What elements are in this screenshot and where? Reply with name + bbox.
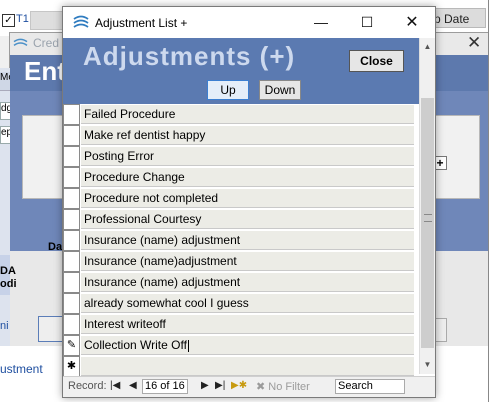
close-window-icon[interactable]: ✕	[389, 7, 435, 38]
record-position-input[interactable]: 16 of 16	[142, 379, 188, 394]
side-label-bottom: odi	[0, 278, 17, 290]
adjustment-name-text: Collection Write Off	[84, 338, 187, 352]
vertical-scrollbar[interactable]: ▲ ▼	[419, 38, 435, 374]
list-item[interactable]: Insurance (name)adjustment	[63, 251, 419, 272]
app-logo-icon	[73, 15, 89, 28]
record-selector[interactable]	[63, 293, 80, 314]
filter-toggle[interactable]: ✖ No Filter	[256, 380, 310, 393]
filter-label: No Filter	[268, 381, 310, 393]
list-item[interactable]: Procedure Change	[63, 167, 419, 188]
credit-header-text: Ent	[24, 56, 66, 86]
form-header: Adjustments (+) Close Up Down	[63, 38, 419, 104]
adjustment-name-cell[interactable]: Insurance (name)adjustment	[81, 252, 414, 271]
adjustment-name-cell[interactable]: Make ref dentist happy	[81, 126, 414, 145]
page-title: Adjustments (+)	[83, 41, 296, 71]
up-button[interactable]: Up	[207, 80, 249, 100]
t1-checkbox[interactable]: ✓	[2, 14, 15, 27]
adjustment-name-cell[interactable]: Failed Procedure	[81, 105, 414, 124]
record-selector[interactable]	[63, 209, 80, 230]
list-item[interactable]: Posting Error	[63, 146, 419, 167]
adjustment-name-cell[interactable]: Insurance (name) adjustment	[81, 273, 414, 292]
last-record-icon[interactable]: ▶|	[215, 380, 225, 391]
scroll-grip-icon	[424, 214, 432, 222]
adjustment-name-cell[interactable]: Collection Write Off	[81, 336, 414, 355]
record-selector[interactable]	[63, 188, 80, 209]
adjustment-link[interactable]: ustment	[0, 362, 43, 376]
record-selector[interactable]	[63, 125, 80, 146]
scroll-thumb[interactable]	[421, 98, 434, 348]
menu-stub[interactable]: Me	[0, 72, 10, 91]
window-title: Adjustment List +	[95, 16, 188, 30]
record-selector[interactable]	[63, 146, 80, 167]
title-bar[interactable]: Adjustment List + — ☐ ✕	[63, 7, 435, 38]
maximize-icon[interactable]: ☐	[344, 7, 390, 38]
record-selector[interactable]	[63, 272, 80, 293]
adjustment-name-cell[interactable]: Procedure Change	[81, 168, 414, 187]
close-button[interactable]: Close	[349, 50, 404, 72]
adjustment-list: Failed Procedure Make ref dentist happy …	[63, 104, 419, 377]
search-input[interactable]: Search	[335, 379, 405, 394]
adjustment-name-cell[interactable]: Posting Error	[81, 147, 414, 166]
credit-app-icon	[13, 38, 28, 46]
adjustment-list-window: Adjustment List + — ☐ ✕ Adjustments (+) …	[62, 6, 436, 398]
list-item-editing[interactable]: ✎ Collection Write Off	[63, 335, 419, 356]
list-item[interactable]: Insurance (name) adjustment	[63, 230, 419, 251]
credit-close-icon[interactable]: ✕	[467, 33, 481, 53]
scroll-down-icon[interactable]: ▼	[420, 358, 435, 372]
new-record-nav-icon[interactable]: ▶✱	[231, 380, 247, 391]
minimize-icon[interactable]: —	[298, 7, 344, 38]
no-filter-icon: ✖	[256, 381, 266, 393]
new-record-icon[interactable]: ✱	[63, 356, 80, 377]
first-record-icon[interactable]: |◀	[110, 380, 120, 391]
record-selector[interactable]	[63, 251, 80, 272]
side-label-top: DA	[0, 265, 16, 277]
background-tab[interactable]	[30, 11, 66, 30]
scroll-up-icon[interactable]: ▲	[420, 40, 435, 54]
down-button[interactable]: Down	[259, 80, 301, 100]
adjustment-name-cell[interactable]: Interest writeoff	[81, 315, 414, 334]
adjustment-name-cell[interactable]: already somewhat cool I guess	[81, 294, 414, 313]
next-record-icon[interactable]: ▶	[201, 380, 209, 391]
edit-pencil-icon[interactable]: ✎	[63, 335, 80, 356]
list-item[interactable]: Insurance (name) adjustment	[63, 272, 419, 293]
adjustment-name-cell[interactable]: Professional Courtesy	[81, 210, 414, 229]
list-item[interactable]: Professional Courtesy	[63, 209, 419, 230]
record-selector[interactable]	[63, 230, 80, 251]
new-record-row[interactable]: ✱	[63, 356, 419, 377]
t1-label: T1	[16, 13, 29, 25]
new-record-cell[interactable]	[81, 357, 414, 376]
record-selector[interactable]	[63, 314, 80, 335]
date-label: Da	[48, 241, 63, 253]
list-item[interactable]: Interest writeoff	[63, 314, 419, 335]
adjustment-name-cell[interactable]: Insurance (name) adjustment	[81, 231, 414, 250]
credit-window-title: Cred	[33, 36, 60, 50]
record-selector[interactable]	[63, 167, 80, 188]
list-item[interactable]: Procedure not completed	[63, 188, 419, 209]
record-selector[interactable]	[63, 104, 80, 125]
record-label: Record:	[68, 380, 107, 392]
side-link[interactable]: ni	[0, 320, 9, 332]
adjustment-name-cell[interactable]: Procedure not completed	[81, 189, 414, 208]
list-item[interactable]: Make ref dentist happy	[63, 125, 419, 146]
list-item[interactable]: already somewhat cool I guess	[63, 293, 419, 314]
record-navigation-bar: Record: |◀ ◀ 16 of 16 ▶ ▶| ▶✱ ✖ No Filte…	[63, 376, 435, 397]
previous-record-icon[interactable]: ◀	[129, 380, 137, 391]
list-item[interactable]: Failed Procedure	[63, 104, 419, 125]
text-caret	[187, 339, 189, 352]
